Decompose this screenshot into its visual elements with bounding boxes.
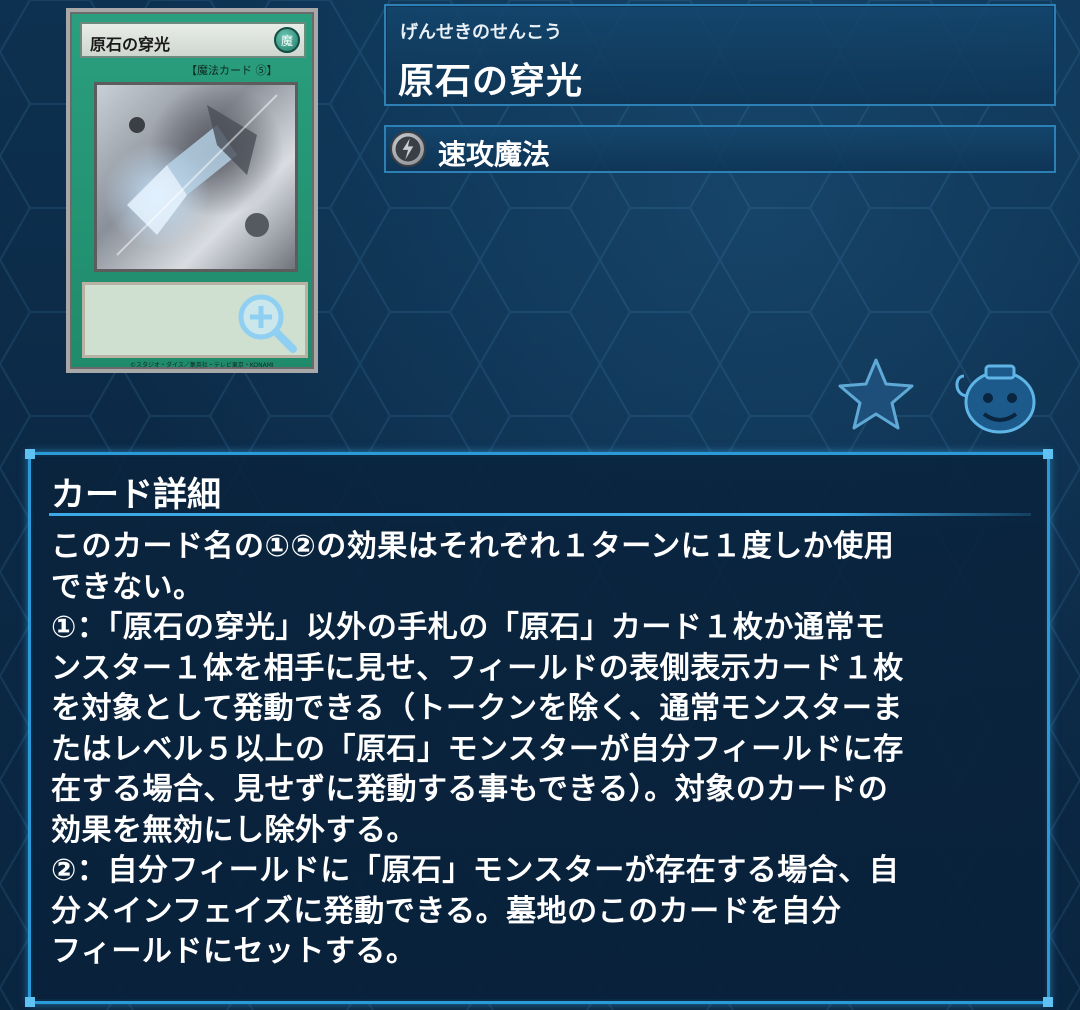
- effect-line: ンスター１体を相手に見せ、フィールドの表側表示カード１枚: [51, 650, 904, 686]
- card-artwork: [94, 82, 298, 272]
- spell-attribute-icon: 魔: [274, 27, 300, 53]
- card-detail-screen: 原石の穿光 魔 【魔法カード ⑤】 ©スタジオ・ダイス／集英社・テレビ東京・KO…: [0, 0, 1080, 1010]
- card-copyright: ©スタジオ・ダイス／集英社・テレビ東京・KONAMI: [130, 362, 274, 369]
- panel-corner: [25, 449, 35, 459]
- pot-of-greed-icon[interactable]: [950, 356, 1040, 436]
- card-thumb-name-plate: 原石の穿光 魔: [80, 22, 306, 58]
- panel-corner: [25, 997, 35, 1007]
- zoom-in-icon[interactable]: [235, 291, 301, 357]
- effect-line: 分メインフェイズに発動できる。墓地のこのカードを自分: [51, 893, 842, 929]
- effect-line: このカード名の①②の効果はそれぞれ１ターンに１度しか使用: [51, 529, 895, 564]
- detail-divider: [49, 513, 1031, 516]
- effect-line: フィールドにセットする。: [51, 934, 417, 969]
- spell-type-label: 速攻魔法: [438, 138, 551, 171]
- effect-line: 効果を無効にし除外する。: [51, 812, 417, 848]
- card-name-ruby: げんせきのせんこう: [400, 22, 562, 43]
- card-thumb-type-line: 【魔法カード ⑤】: [186, 64, 278, 77]
- star-icon[interactable]: [836, 356, 916, 432]
- effect-line: できない。: [51, 569, 204, 605]
- panel-corner: [1043, 449, 1053, 459]
- card-detail-panel: カード詳細 このカード名の①②の効果はそれぞれ１ターンに１度しか使用 できない。…: [25, 449, 1053, 1007]
- card-name-panel: げんせきのせんこう 原石の穿光: [384, 4, 1056, 106]
- card-text-box: [82, 282, 308, 358]
- effect-line: たはレベル５以上の「原石」モンスターが自分フィールドに存: [51, 731, 904, 767]
- card-name: 原石の穿光: [398, 61, 584, 102]
- effect-line: を対象として発動できる（トークンを除く、通常モンスターま: [51, 691, 903, 726]
- card-type-panel: 速攻魔法: [384, 125, 1056, 173]
- card-thumbnail[interactable]: 原石の穿光 魔 【魔法カード ⑤】 ©スタジオ・ダイス／集英社・テレビ東京・KO…: [66, 8, 318, 373]
- panel-corner: [1043, 997, 1053, 1007]
- quick-play-spell-icon: [390, 131, 426, 167]
- card-effect-text: このカード名の①②の効果はそれぞれ１ターンに１度しか使用 できない。 ①：「原石…: [51, 527, 1041, 973]
- effect-line: ①：「原石の穿光」以外の手札の「原石」カード１枚か通常モ: [51, 610, 886, 645]
- effect-line: ②：自分フィールドに「原石」モンスターが存在する場合、自: [51, 853, 900, 888]
- detail-title: カード詳細: [51, 475, 221, 515]
- effect-line: 在する場合、見せずに発動する事もできる）。対象のカードの: [51, 772, 889, 807]
- card-thumb-name: 原石の穿光: [90, 35, 171, 54]
